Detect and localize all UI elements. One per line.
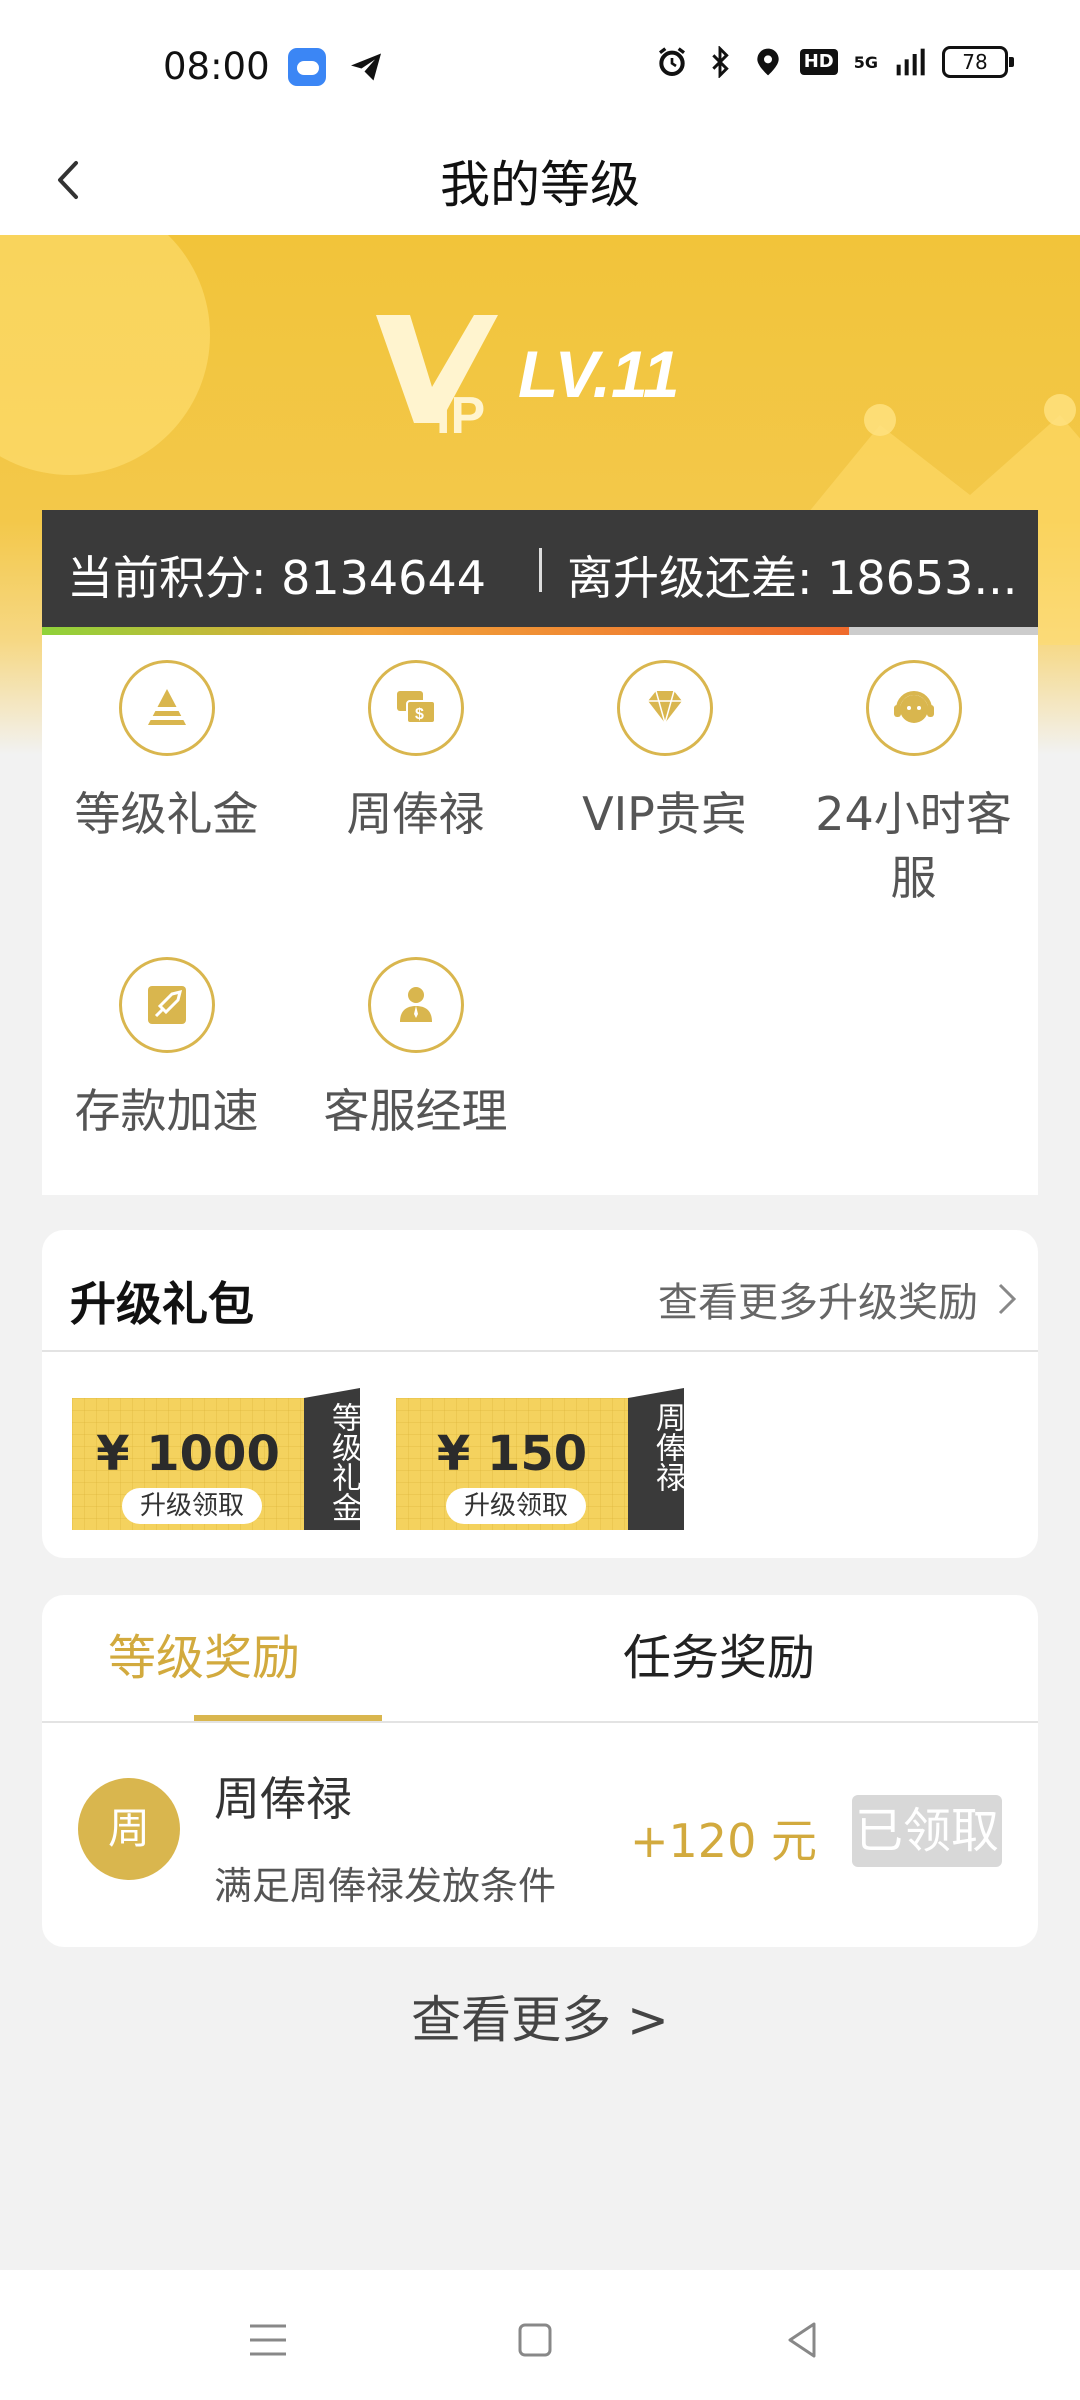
- home-square-icon[interactable]: [505, 2310, 565, 2370]
- benefit-weekly-salary[interactable]: $ 周俸禄: [291, 660, 540, 846]
- tab-level-rewards[interactable]: 等级奖励: [42, 1595, 536, 1721]
- telegram-icon: [351, 53, 381, 81]
- upgrade-gift-card: 升级礼包 查看更多升级奖励 ¥ 1000 升级领取 等级礼金 ¥ 150 升级领…: [42, 1230, 1038, 1558]
- reward-name: 周俸禄: [214, 1772, 352, 1826]
- status-bar: 08:00 HD 5G 78: [0, 0, 1080, 125]
- coupon-tag-text: 等级礼金: [326, 1402, 361, 1522]
- benefit-level-gift[interactable]: 等级礼金: [42, 660, 291, 846]
- page-title: 我的等级: [440, 156, 640, 214]
- diamond-icon: [616, 660, 713, 756]
- svg-text:IP: IP: [436, 387, 485, 445]
- hero-decor-circle: [0, 235, 210, 475]
- pyramid-icon: [118, 660, 215, 756]
- divider: [42, 1350, 1038, 1352]
- tab-task-rewards[interactable]: 任务奖励: [540, 1595, 1038, 1721]
- coupon-tag: 周俸禄: [628, 1388, 684, 1530]
- battery-indicator: 78: [942, 46, 1014, 78]
- level-progress-track: [42, 627, 1038, 635]
- benefits-grid: 等级礼金 $ 周俸禄 VIP贵宾 24小时客服 存款加速 客服经理: [42, 635, 1038, 1195]
- more-upgrade-rewards-link[interactable]: 查看更多升级奖励: [658, 1270, 1018, 1328]
- location-icon: [757, 48, 779, 76]
- reward-description: 满足周俸禄发放条件: [214, 1864, 557, 1908]
- signal-icon: [896, 48, 925, 76]
- upgrade-coupon[interactable]: ¥ 1000 升级领取 等级礼金: [72, 1388, 360, 1530]
- claimed-button[interactable]: 已领取: [852, 1795, 1002, 1867]
- tab-label: 任务奖励: [622, 1630, 815, 1686]
- benefit-label: 存款加速: [74, 1084, 259, 1138]
- benefit-label: 客服经理: [323, 1084, 508, 1138]
- benefit-24h-support[interactable]: 24小时客服: [789, 660, 1038, 910]
- benefit-deposit-boost[interactable]: 存款加速: [42, 957, 291, 1143]
- headset-icon: [865, 660, 962, 756]
- level-progress-fill: [42, 627, 849, 635]
- status-right-icons: HD 5G 78: [656, 46, 1014, 78]
- benefit-label: VIP贵宾: [582, 787, 747, 841]
- coupon-tag-text: 周俸禄: [650, 1402, 685, 1492]
- alarm-icon: [658, 47, 685, 76]
- current-points: 当前积分: 8134644: [67, 551, 486, 605]
- more-upgrade-rewards-label: 查看更多升级奖励: [658, 1280, 978, 1326]
- manager-icon: [367, 957, 464, 1053]
- vip-level-text: LV.11: [518, 337, 680, 411]
- vip-level-badge: IP LV.11: [376, 315, 680, 445]
- coupon-amount: ¥ 1000: [96, 1426, 280, 1482]
- coupon-body: ¥ 150 升级领取: [396, 1398, 628, 1530]
- system-nav-bar: [0, 2270, 1080, 2400]
- reward-avatar: 周: [78, 1778, 180, 1880]
- money-chat-icon: $: [367, 660, 464, 756]
- rewards-card: 等级奖励 任务奖励 周 周俸禄 满足周俸禄发放条件 +120 元 已领取: [42, 1595, 1038, 1947]
- svg-text:$: $: [415, 706, 424, 723]
- benefit-label: 24小时客服: [815, 787, 1012, 905]
- network-label: 5G: [853, 52, 878, 72]
- upgrade-coupon[interactable]: ¥ 150 升级领取 周俸禄: [396, 1388, 684, 1530]
- benefit-account-manager[interactable]: 客服经理: [291, 957, 540, 1143]
- coupon-action: 升级领取: [122, 1488, 262, 1524]
- benefit-label: 等级礼金: [74, 787, 259, 841]
- bluetooth-icon: [712, 46, 729, 78]
- points-remaining: 离升级还差: 18653...: [567, 551, 1018, 605]
- hd-icon: HD: [799, 49, 838, 75]
- points-bar: 当前积分: 8134644 离升级还差: 18653...: [42, 510, 1038, 635]
- coupon-body: ¥ 1000 升级领取: [72, 1398, 304, 1530]
- rocket-icon: [118, 957, 215, 1053]
- see-more-link[interactable]: 查看更多 >: [0, 1980, 1080, 2052]
- nav-header: 我的等级: [0, 125, 1080, 235]
- upgrade-gift-title: 升级礼包: [70, 1277, 254, 1331]
- chevron-right-icon: [998, 1283, 1017, 1315]
- benefit-vip-guest[interactable]: VIP贵宾: [540, 660, 789, 846]
- reward-row: 周 周俸禄 满足周俸禄发放条件 +120 元 已领取: [42, 1723, 1038, 1947]
- weather-icon: [288, 48, 326, 86]
- coupon-action: 升级领取: [446, 1488, 586, 1524]
- benefit-label: 周俸禄: [346, 787, 485, 841]
- tab-label: 等级奖励: [107, 1630, 300, 1686]
- status-time: 08:00: [163, 45, 270, 88]
- coupon-tag: 等级礼金: [304, 1388, 360, 1530]
- coupon-amount: ¥ 150: [436, 1426, 588, 1482]
- points-divider: [539, 548, 542, 592]
- back-triangle-icon[interactable]: [772, 2310, 832, 2370]
- menu-icon[interactable]: [238, 2310, 298, 2370]
- status-left-icons: [288, 48, 384, 86]
- reward-amount: +120 元: [630, 1814, 817, 1868]
